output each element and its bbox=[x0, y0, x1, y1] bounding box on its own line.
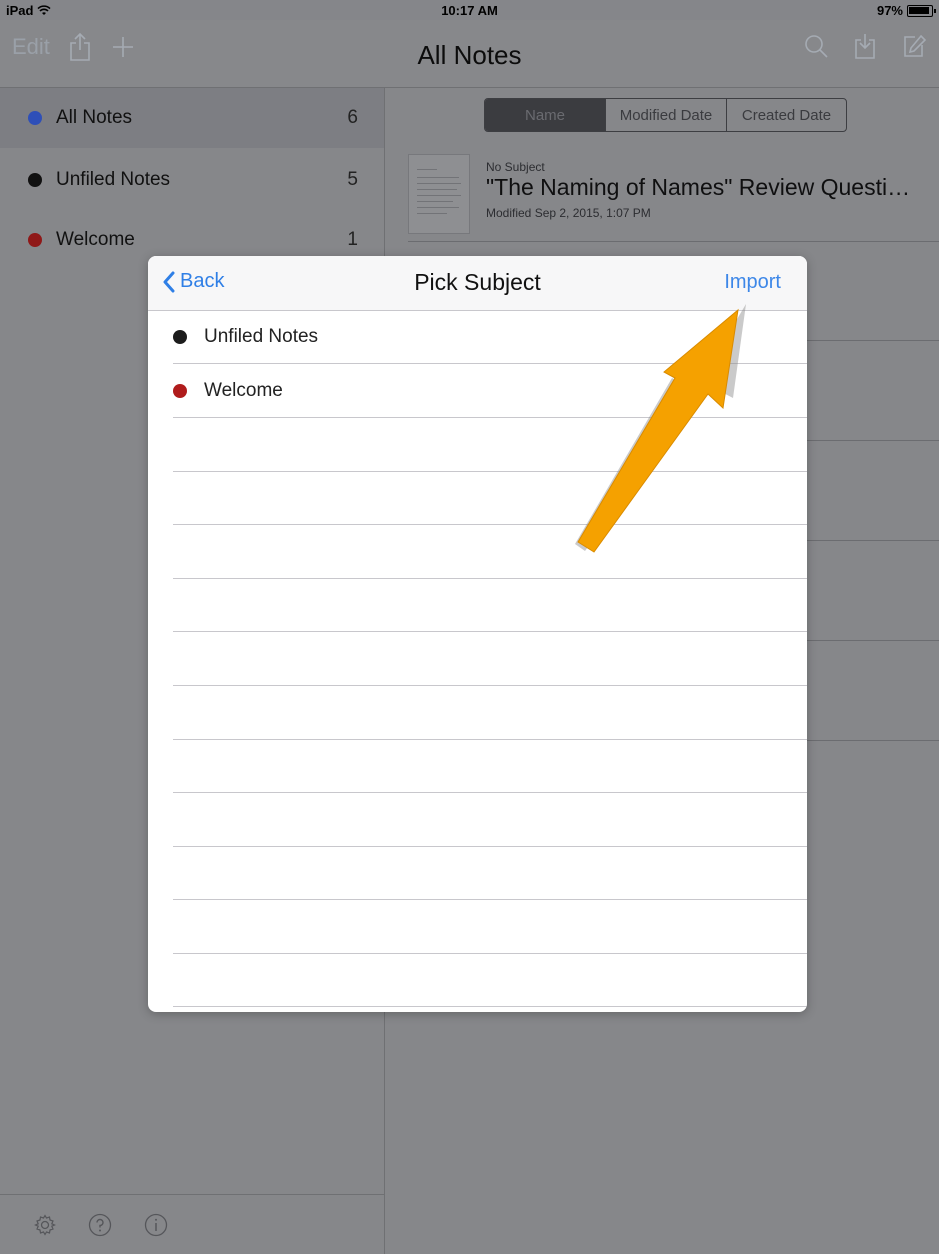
sidebar-item-all-notes[interactable]: All Notes 6 bbox=[0, 88, 384, 148]
nav-right-group bbox=[803, 32, 927, 60]
empty-row-divider bbox=[173, 1006, 807, 1007]
empty-row-divider bbox=[173, 685, 807, 686]
nav-left-group: Edit bbox=[12, 32, 136, 62]
chevron-left-icon bbox=[162, 271, 176, 293]
sidebar-footer bbox=[0, 1194, 384, 1254]
empty-row-divider bbox=[173, 578, 807, 579]
battery-percent: 97% bbox=[876, 3, 903, 18]
annotation-arrow-icon bbox=[560, 290, 760, 565]
plus-icon[interactable] bbox=[110, 34, 136, 60]
sort-segmented-control: Name Modified Date Created Date bbox=[484, 98, 847, 132]
subject-option-label: Unfiled Notes bbox=[204, 325, 319, 347]
share-icon[interactable] bbox=[68, 32, 92, 62]
sidebar-item-label: Welcome bbox=[56, 229, 135, 250]
search-icon[interactable] bbox=[803, 33, 829, 59]
subject-color-dot bbox=[28, 173, 42, 187]
page-title: All Notes bbox=[417, 40, 522, 70]
note-list-item[interactable]: No Subject "The Naming of Names" Review … bbox=[408, 150, 939, 242]
empty-row-divider bbox=[173, 953, 807, 954]
compose-icon[interactable] bbox=[901, 33, 927, 59]
subject-color-dot bbox=[173, 329, 187, 344]
sidebar-item-label: Unfiled Notes bbox=[56, 169, 171, 190]
empty-row-divider bbox=[173, 792, 807, 793]
status-bar: iPad 10:17 AM 97% bbox=[0, 0, 939, 20]
sort-option-name[interactable]: Name bbox=[485, 99, 605, 131]
back-button[interactable]: Back bbox=[162, 270, 224, 293]
empty-row-divider bbox=[173, 739, 807, 740]
empty-row-divider bbox=[173, 846, 807, 847]
battery-icon bbox=[907, 4, 936, 17]
back-label: Back bbox=[180, 270, 225, 292]
sidebar-item-unfiled-notes[interactable]: Unfiled Notes 5 bbox=[0, 150, 384, 210]
subject-option-label: Welcome bbox=[204, 379, 283, 401]
status-right: 97% bbox=[876, 3, 936, 18]
sidebar-item-count: 5 bbox=[347, 169, 358, 190]
note-thumbnail bbox=[408, 154, 470, 234]
info-icon[interactable] bbox=[144, 1213, 168, 1237]
subject-color-dot bbox=[28, 233, 42, 247]
sidebar-item-count: 6 bbox=[347, 107, 358, 128]
empty-row-divider bbox=[173, 899, 807, 900]
sort-option-modified-date[interactable]: Modified Date bbox=[605, 99, 726, 131]
note-title: "The Naming of Names" Review Questi… bbox=[486, 174, 911, 200]
sort-option-created-date[interactable]: Created Date bbox=[726, 99, 846, 131]
help-icon[interactable] bbox=[88, 1213, 112, 1237]
empty-row-divider bbox=[173, 631, 807, 632]
subject-color-dot bbox=[28, 111, 42, 125]
sidebar-item-label: All Notes bbox=[56, 107, 133, 128]
sidebar-item-count: 1 bbox=[347, 229, 358, 250]
note-modified-date: Modified Sep 2, 2015, 1:07 PM bbox=[486, 206, 651, 220]
edit-button[interactable]: Edit bbox=[12, 34, 50, 60]
gear-icon[interactable] bbox=[34, 1213, 56, 1236]
status-time: 10:17 AM bbox=[441, 3, 498, 18]
import-icon[interactable] bbox=[853, 32, 877, 60]
navigation-bar: Edit All Notes bbox=[0, 20, 939, 88]
note-subject: No Subject bbox=[486, 160, 545, 174]
subject-color-dot bbox=[173, 383, 187, 398]
